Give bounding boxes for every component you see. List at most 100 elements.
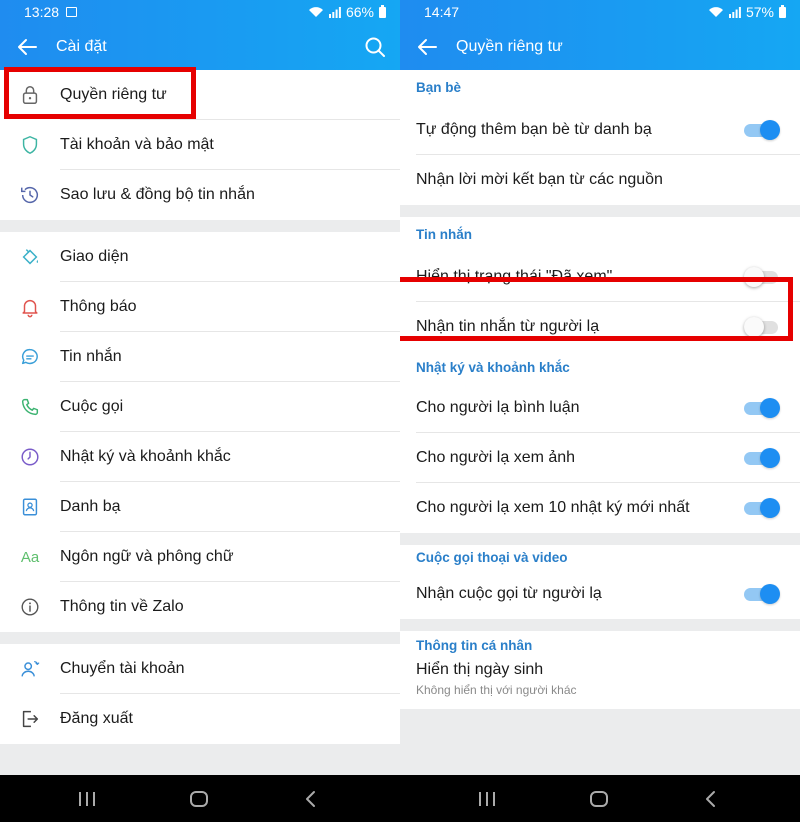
toggle-switch[interactable] [744, 584, 780, 604]
back-nav-icon [706, 790, 715, 807]
row-label: Cho người lạ bình luận [416, 399, 580, 416]
recent-apps-button[interactable] [67, 775, 107, 822]
settings-item-label: Ngôn ngữ và phông chữ [60, 548, 234, 565]
history-icon [18, 183, 42, 207]
settings-item-appearance[interactable]: Giao diện [0, 232, 400, 282]
recent-apps-icon [479, 791, 495, 806]
row-sublabel: Không hiển thị với người khác [416, 683, 577, 697]
settings-item-label: Tin nhắn [60, 348, 122, 365]
section-title: Tin nhắn [416, 227, 472, 242]
settings-item-label: Cuộc gọi [60, 398, 124, 415]
logout-icon [18, 707, 42, 731]
home-icon [190, 790, 208, 807]
toggle-switch[interactable] [744, 317, 780, 337]
section-title: Nhật ký và khoảnh khắc [416, 360, 570, 375]
settings-item-backup[interactable]: Sao lưu & đồng bộ tin nhắn [0, 170, 400, 220]
battery-percent: 57% [745, 4, 774, 20]
settings-item-label: Danh bạ [60, 498, 121, 515]
toggle-switch[interactable] [744, 120, 780, 140]
settings-item-contacts[interactable]: Danh bạ [0, 482, 400, 532]
row-show-seen-status[interactable]: Hiển thị trạng thái "Đã xem" [400, 252, 800, 302]
back-button[interactable] [691, 775, 731, 822]
app-header: 13:28 66% Cài đặt [0, 0, 400, 70]
settings-item-switch-account[interactable]: Chuyển tài khoản [0, 644, 400, 694]
settings-item-label: Nhật ký và khoảnh khắc [60, 448, 231, 465]
paint-bucket-icon [18, 245, 42, 269]
page-title: Cài đặt [56, 38, 107, 55]
settings-item-label: Quyền riêng tư [60, 86, 167, 103]
status-bar: 13:28 66% [0, 0, 400, 24]
row-friend-request-sources[interactable]: Nhận lời mời kết bạn từ các nguồn [400, 155, 800, 205]
row-messages-from-strangers[interactable]: Nhận tin nhắn từ người lạ [400, 302, 800, 352]
row-label: Cho người lạ xem ảnh [416, 449, 576, 466]
row-stranger-view-10-posts[interactable]: Cho người lạ xem 10 nhật ký mới nhất [400, 483, 800, 533]
toggle-switch[interactable] [744, 398, 780, 418]
home-icon [590, 790, 608, 807]
back-button[interactable] [291, 775, 331, 822]
row-stranger-view-photos[interactable]: Cho người lạ xem ảnh [400, 433, 800, 483]
settings-item-timeline[interactable]: Nhật ký và khoảnh khắc [0, 432, 400, 482]
settings-item-label: Thông báo [60, 298, 137, 315]
home-button[interactable] [579, 775, 619, 822]
settings-item-language[interactable]: Aa Ngôn ngữ và phông chữ [0, 532, 400, 582]
contact-card-icon [18, 495, 42, 519]
row-calls-from-strangers[interactable]: Nhận cuộc gọi từ người lạ [400, 569, 800, 619]
section-messages: Tin nhắn Hiển thị trạng thái "Đã xem" Nh… [400, 217, 800, 352]
back-arrow-icon[interactable] [16, 36, 38, 58]
status-time: 14:47 [424, 4, 460, 20]
section-title: Thông tin cá nhân [416, 637, 533, 653]
settings-item-logout[interactable]: Đăng xuất [0, 694, 400, 744]
row-label: Nhận tin nhắn từ người lạ [416, 318, 600, 335]
row-show-birthday[interactable]: Hiển thị ngày sinh Không hiển thị với ng… [400, 659, 800, 709]
status-bar: 14:47 57% [400, 0, 800, 24]
back-nav-icon [306, 790, 315, 807]
row-label: Hiển thị trạng thái "Đã xem" [416, 268, 613, 285]
signal-icon [728, 6, 741, 18]
switch-account-icon [18, 657, 42, 681]
section-calls: Cuộc gọi thoại và video Nhận cuộc gọi từ… [400, 545, 800, 619]
page-title: Quyền riêng tư [456, 38, 563, 55]
wifi-icon [308, 7, 323, 17]
status-time: 13:28 [24, 4, 60, 20]
settings-item-privacy[interactable]: Quyền riêng tư [0, 70, 400, 120]
battery-icon [379, 4, 386, 18]
battery-icon [779, 4, 786, 18]
settings-group-privacy: Quyền riêng tư Tài khoản và bảo mật Sao … [0, 70, 400, 220]
toggle-switch[interactable] [744, 267, 780, 287]
row-label: Nhận cuộc gọi từ người lạ [416, 585, 602, 602]
home-button[interactable] [179, 775, 219, 822]
phone-icon [18, 395, 42, 419]
settings-item-label: Chuyển tài khoản [60, 660, 185, 677]
recent-apps-button[interactable] [467, 775, 507, 822]
settings-item-about[interactable]: Thông tin về Zalo [0, 582, 400, 632]
settings-item-messages[interactable]: Tin nhắn [0, 332, 400, 382]
row-auto-add-friends[interactable]: Tự động thêm bạn bè từ danh bạ [400, 105, 800, 155]
settings-item-label: Tài khoản và bảo mật [60, 136, 214, 153]
settings-item-notifications[interactable]: Thông báo [0, 282, 400, 332]
row-label: Tự động thêm bạn bè từ danh bạ [416, 121, 652, 138]
settings-item-label: Giao diện [60, 248, 129, 265]
toggle-switch[interactable] [744, 448, 780, 468]
system-nav-bar [0, 775, 800, 822]
back-arrow-icon[interactable] [416, 36, 438, 58]
section-timeline: Nhật ký và khoảnh khắc Cho người lạ bình… [400, 352, 800, 533]
settings-group-account: Chuyển tài khoản Đăng xuất [0, 644, 400, 744]
settings-item-label: Thông tin về Zalo [60, 598, 184, 615]
toggle-switch[interactable] [744, 498, 780, 518]
font-aa-icon: Aa [20, 548, 40, 566]
settings-item-label: Sao lưu & đồng bộ tin nhắn [60, 186, 255, 203]
row-stranger-comment[interactable]: Cho người lạ bình luận [400, 383, 800, 433]
bell-icon [18, 295, 42, 319]
settings-item-account-security[interactable]: Tài khoản và bảo mật [0, 120, 400, 170]
info-icon [18, 595, 42, 619]
shield-icon [18, 133, 42, 157]
search-icon[interactable] [364, 36, 386, 58]
gallery-notification-icon [66, 7, 78, 17]
row-label: Cho người lạ xem 10 nhật ký mới nhất [416, 499, 690, 516]
clock-icon [18, 445, 42, 469]
section-friends: Bạn bè Tự động thêm bạn bè từ danh bạ Nh… [400, 70, 800, 205]
lock-icon [18, 83, 42, 107]
signal-icon [328, 6, 341, 18]
settings-item-calls[interactable]: Cuộc gọi [0, 382, 400, 432]
chat-bubble-icon [18, 345, 42, 369]
